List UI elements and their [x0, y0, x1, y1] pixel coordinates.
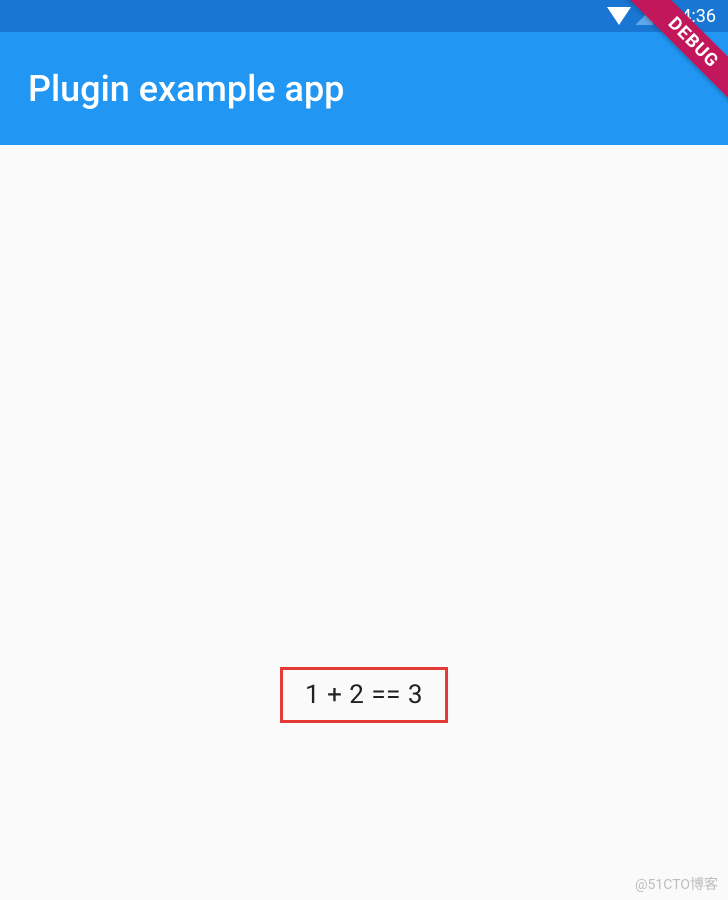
app-title: Plugin example app: [28, 68, 344, 110]
app-body: 1 + 2 == 3: [0, 145, 728, 900]
wifi-icon: [607, 7, 631, 25]
watermark: @51CTO博客: [635, 874, 718, 894]
app-bar: Plugin example app: [0, 32, 728, 145]
result-text: 1 + 2 == 3: [280, 667, 448, 723]
status-bar: ⚡ 4:36: [0, 0, 728, 32]
